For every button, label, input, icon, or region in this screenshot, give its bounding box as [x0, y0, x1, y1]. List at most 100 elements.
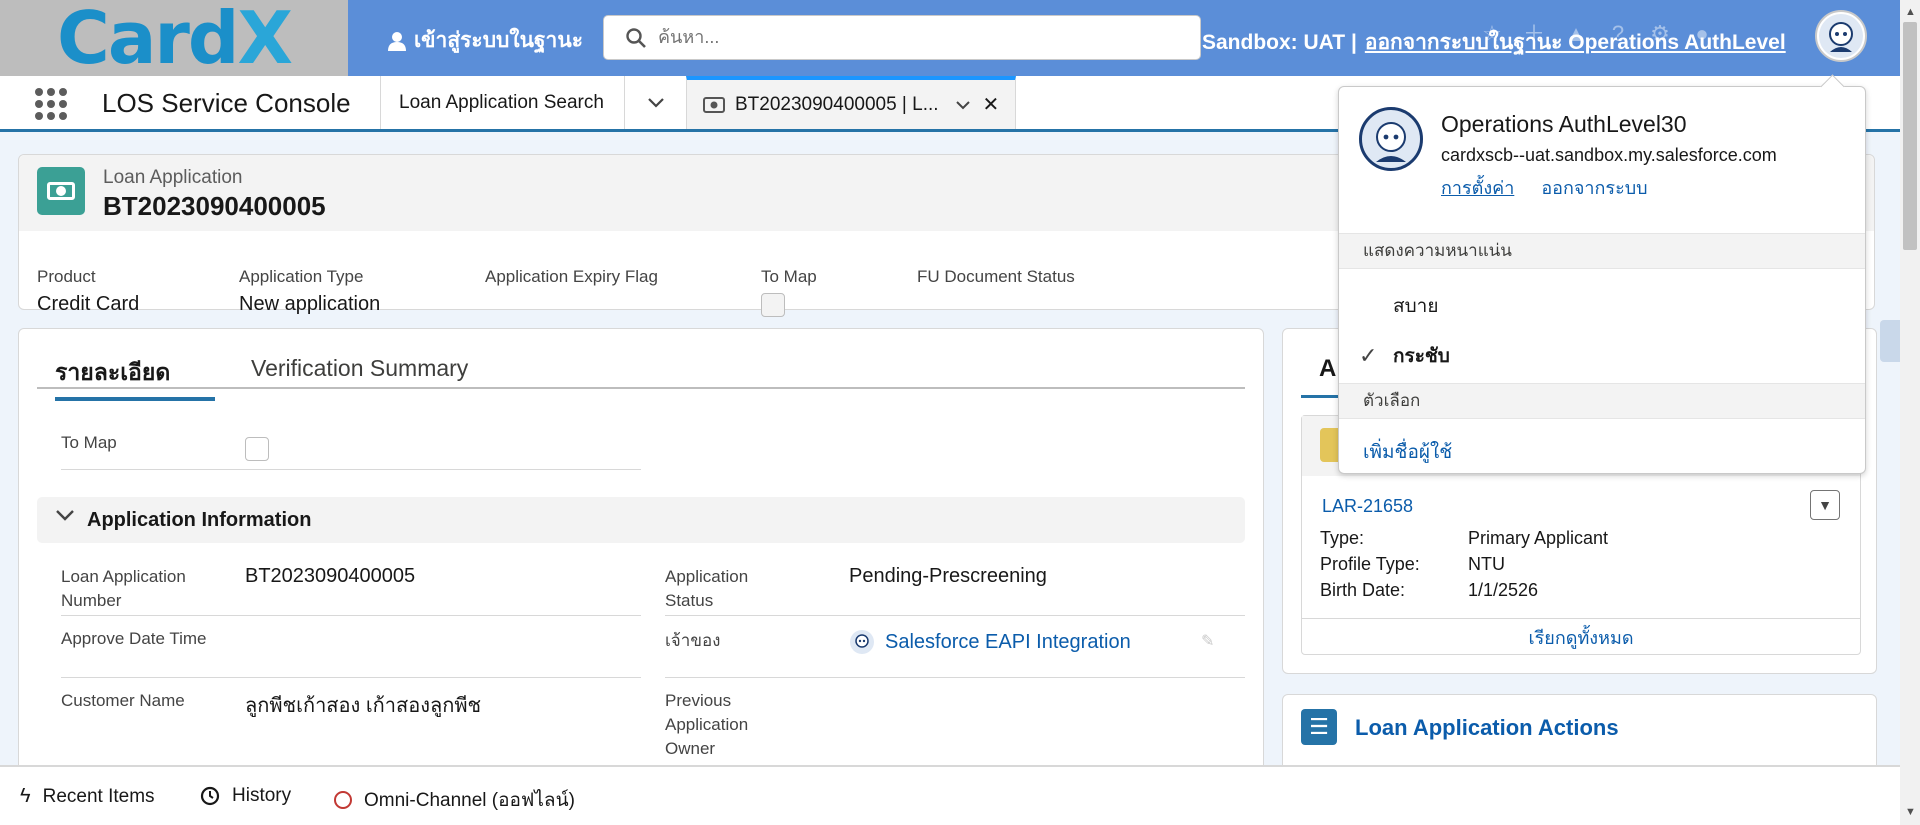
profile-name[interactable]: Operations AuthLevel30: [1441, 111, 1687, 138]
global-create-icon[interactable]: ＋: [1522, 22, 1546, 46]
field-label: To Map: [761, 267, 817, 286]
field-label: Product: [37, 267, 96, 286]
utility-label: History: [232, 785, 292, 806]
profile-avatar: [1359, 107, 1423, 171]
scroll-down-arrow-icon[interactable]: ▼: [1905, 806, 1916, 818]
help-icon[interactable]: ?: [1606, 22, 1630, 46]
applicant-birth-row: Birth Date: 1/1/2526: [1320, 580, 1539, 600]
owner-link[interactable]: Salesforce EAPI Integration: [849, 629, 1131, 655]
global-search[interactable]: [603, 15, 1201, 60]
field-label: Loan Application Number: [61, 567, 186, 610]
row-actions-dropdown[interactable]: ▼: [1810, 490, 1840, 520]
actions-title[interactable]: Loan Application Actions: [1355, 715, 1619, 741]
trailhead-icon[interactable]: ▲: [1564, 22, 1588, 46]
favorites-icon[interactable]: ☆: [1480, 22, 1504, 46]
astro-avatar-icon: [1376, 122, 1406, 162]
field-label: Application Type: [239, 267, 364, 286]
utility-label: Omni-Channel (ออฟไลน์): [364, 790, 575, 811]
tab-overflow-dropdown[interactable]: [624, 76, 686, 129]
chevron-down-icon: [647, 97, 664, 108]
login-as-link[interactable]: เข้าสู่ระบบในฐานะ: [388, 24, 583, 57]
loan-application-number: BT2023090400005: [245, 565, 416, 587]
astro-avatar-icon: [1819, 14, 1863, 58]
customer-name: ลูกพีชเก้าสอง เก้าสองลูกพีช: [245, 695, 482, 717]
field-label: Approve Date Time: [61, 629, 207, 648]
cardx-logo[interactable]: CardX: [0, 0, 348, 76]
field-label: Previous Application Owner: [665, 691, 749, 758]
field-label-to-map: To Map: [61, 433, 117, 452]
lightning-icon: ϟ: [20, 785, 31, 807]
sandbox-label: Sandbox: UAT |: [1202, 31, 1357, 54]
applicant-type-row: Type: Primary Applicant: [1320, 528, 1609, 548]
app-launcher-waffle-icon[interactable]: [35, 88, 67, 120]
list-icon: ☰: [1301, 709, 1337, 745]
user-profile-menu: Operations AuthLevel30 cardxscb--uat.san…: [1338, 86, 1866, 474]
options-section-header: ตัวเลือก: [1339, 383, 1865, 419]
notifications-bell-icon[interactable]: ●: [1690, 22, 1714, 46]
user-icon: [388, 31, 406, 51]
close-tab-icon[interactable]: ✕: [983, 92, 1000, 117]
density-comfy-option[interactable]: สบาย: [1393, 291, 1438, 321]
highlight-field-application-type: Application Type New application: [239, 267, 380, 316]
settings-link[interactable]: การตั้งค่า: [1441, 178, 1514, 198]
logout-link[interactable]: ออกจากระบบ: [1541, 178, 1647, 198]
owner-name: Salesforce EAPI Integration: [885, 630, 1131, 653]
application-status: Pending-Prescreening: [849, 565, 1047, 587]
search-icon: [626, 27, 646, 48]
profile-domain: cardxscb--uat.sandbox.my.salesforce.com: [1441, 145, 1777, 165]
record-name: BT2023090400005: [103, 191, 326, 221]
chevron-down-icon[interactable]: [955, 100, 971, 110]
loan-application-object-icon: [37, 167, 85, 215]
logo-text-x: X: [237, 0, 292, 80]
tab-label: BT2023090400005 | L...: [735, 93, 939, 115]
detail-card: รายละเอียด Verification Summary To Map A…: [18, 328, 1264, 765]
checkmark-icon: ✓: [1359, 343, 1378, 368]
scroll-thumb[interactable]: [1903, 22, 1917, 250]
field-label: FU Document Status: [917, 267, 1075, 286]
page-scrollbar[interactable]: ▲ ▼: [1900, 0, 1920, 825]
tab-verification-summary[interactable]: Verification Summary: [251, 355, 468, 382]
offline-status-icon: [334, 791, 352, 809]
highlight-field-to-map: To Map: [761, 267, 817, 323]
highlight-field-fu-document-status: FU Document Status: [917, 267, 1075, 287]
user-avatar-button[interactable]: [1815, 10, 1867, 62]
global-header: CardX เข้าสู่ระบบในฐานะ Sandbox: UAT |ออ…: [0, 0, 1920, 76]
tab-label: Loan Application Search: [399, 91, 604, 113]
view-all-link[interactable]: เรียกดูทั้งหมด: [1302, 618, 1860, 656]
density-section-header: แสดงความหนาแน่น: [1339, 233, 1865, 269]
field-label: Application Expiry Flag: [485, 267, 658, 286]
utility-label: Recent Items: [42, 785, 155, 807]
field-label: Application Status: [665, 567, 749, 610]
density-compact-option[interactable]: กระชับ: [1393, 341, 1450, 371]
field-value: Credit Card: [37, 293, 140, 315]
highlight-field-product: Product Credit Card: [37, 267, 139, 316]
to-map-detail-checkbox: [245, 437, 269, 461]
header-actions: ☆ ＋ ▲ ? ⚙ ●: [1480, 22, 1714, 46]
change-owner-icon[interactable]: ✎: [1201, 631, 1214, 651]
utility-bar: ϟ Recent Items History Omni-Channel (ออฟ…: [0, 765, 1900, 825]
tab-loan-application-search[interactable]: Loan Application Search: [380, 76, 624, 129]
field-value: New application: [239, 293, 381, 315]
detail-tabset: รายละเอียด Verification Summary: [37, 349, 1245, 401]
astro-avatar-icon: [850, 630, 874, 654]
add-username-link[interactable]: เพิ่มชื่อผู้ใช้: [1363, 437, 1452, 467]
tab-loan-application-record[interactable]: BT2023090400005 | L... ✕: [686, 76, 1016, 129]
money-icon: [703, 96, 725, 113]
search-input[interactable]: [658, 27, 1178, 48]
to-map-checkbox: [761, 293, 785, 317]
section-application-information[interactable]: Application Information: [37, 497, 1245, 543]
history-button[interactable]: History: [200, 785, 291, 807]
setup-gear-icon[interactable]: ⚙: [1648, 22, 1672, 46]
section-title: Application Information: [87, 509, 312, 531]
applicant-record-link[interactable]: LAR-21658: [1322, 496, 1413, 517]
loan-application-actions-card: ☰ Loan Application Actions: [1282, 694, 1877, 765]
object-type-label: Loan Application: [103, 167, 243, 188]
applicant-profile-row: Profile Type: NTU: [1320, 554, 1505, 574]
highlight-field-expiry-flag: Application Expiry Flag: [485, 267, 658, 287]
omni-channel-button[interactable]: Omni-Channel (ออฟไลน์): [334, 785, 575, 815]
login-as-label: เข้าสู่ระบบในฐานะ: [414, 29, 583, 52]
tab-details[interactable]: รายละเอียด: [55, 355, 215, 401]
scroll-up-arrow-icon[interactable]: ▲: [1905, 6, 1916, 18]
recent-items-button[interactable]: ϟ Recent Items: [20, 785, 155, 808]
utility-panel-handle[interactable]: [1880, 320, 1900, 362]
